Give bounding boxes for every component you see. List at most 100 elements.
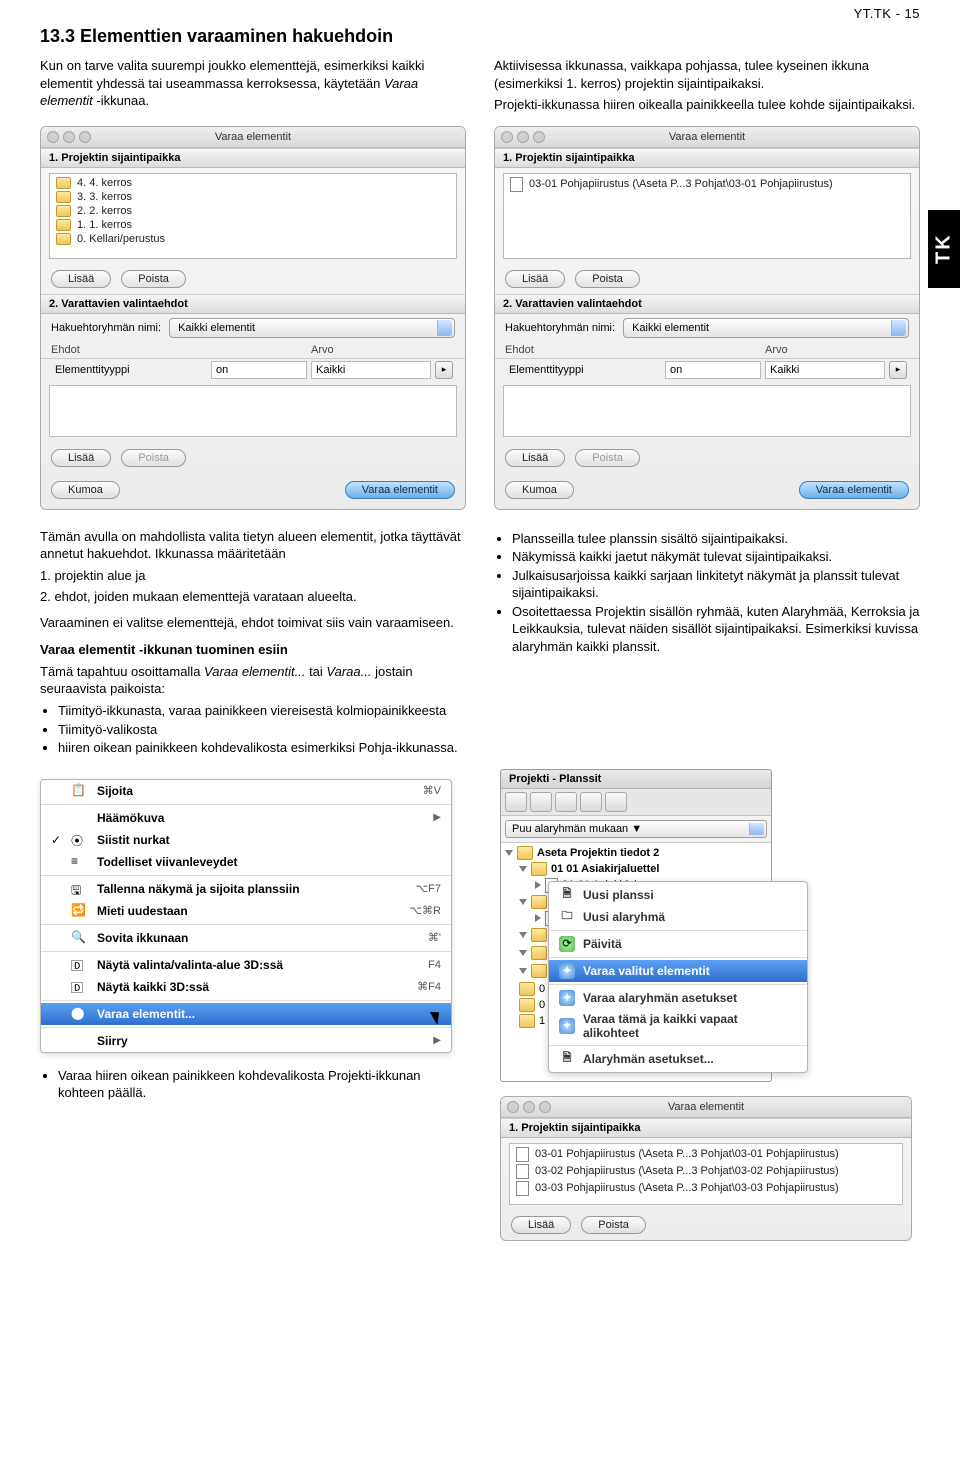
- dialog-titlebar[interactable]: Varaa elementit: [501, 1097, 911, 1118]
- list-item[interactable]: 03-01 Pohjapiirustus (\Aseta P...3 Pohja…: [504, 176, 910, 193]
- list-item[interactable]: 03-02 Pohjapiirustus (\Aseta P...3 Pohja…: [510, 1163, 902, 1180]
- disclosure-icon[interactable]: [535, 914, 541, 922]
- criteria-more-button[interactable]: ▸: [435, 361, 453, 379]
- window-controls[interactable]: [507, 1101, 551, 1113]
- menu-item-siirry[interactable]: Siirry▶: [41, 1030, 451, 1052]
- menu-item-nayta-valinta-3d[interactable]: 🄳Näytä valinta/valinta-alue 3D:ssäF4: [41, 954, 451, 976]
- criteria-row[interactable]: Elementtityyppi on Kaikki ▸: [495, 359, 919, 381]
- disclosure-icon[interactable]: [519, 866, 527, 872]
- section-2-header: 2. Varattavien valintaehdot: [41, 294, 465, 314]
- group-name-select[interactable]: Kaikki elementit: [623, 318, 909, 338]
- submenu-item-uusi-planssi[interactable]: 🗎Uusi planssi: [549, 884, 807, 906]
- intro-paragraph-right-2: Projekti-ikkunassa hiiren oikealla paini…: [494, 96, 920, 114]
- tree-row[interactable]: Aseta Projektin tiedot 2: [501, 845, 771, 861]
- criteria-row[interactable]: Elementtityyppi on Kaikki ▸: [41, 359, 465, 381]
- checkmark-icon: ✓: [45, 833, 67, 847]
- rethink-icon: 🔁: [71, 903, 87, 919]
- toolbar-button[interactable]: [605, 792, 627, 812]
- toolbar-button[interactable]: [530, 792, 552, 812]
- add-criteria-button[interactable]: Lisää: [505, 449, 565, 467]
- dialog-titlebar[interactable]: Varaa elementit: [41, 127, 465, 148]
- location-list[interactable]: 03-01 Pohjapiirustus (\Aseta P...3 Pohja…: [503, 173, 911, 259]
- folder-icon: [531, 964, 547, 978]
- disclosure-icon[interactable]: [519, 932, 527, 938]
- menu-item-sijoita[interactable]: 📋Sijoita⌘V: [41, 780, 451, 802]
- location-list[interactable]: 03-01 Pohjapiirustus (\Aseta P...3 Pohja…: [509, 1143, 903, 1205]
- menu-item-haamokuva[interactable]: Häämökuva▶: [41, 807, 451, 829]
- reserve-elements-dialog-mini: Varaa elementit 1. Projektin sijaintipai…: [500, 1096, 912, 1241]
- list-item[interactable]: 03-03 Pohjapiirustus (\Aseta P...3 Pohja…: [510, 1180, 902, 1197]
- criteria-value[interactable]: Kaikki: [311, 361, 431, 379]
- reserve-button[interactable]: Varaa elementit: [345, 481, 455, 499]
- criteria-header: EhdotArvo: [41, 342, 465, 359]
- separator: [549, 957, 807, 958]
- list-item[interactable]: 2. 2. kerros: [50, 204, 456, 218]
- criteria-operator[interactable]: on: [211, 361, 307, 379]
- add-button[interactable]: Lisää: [511, 1216, 571, 1234]
- submenu-item-varaa-alaryhman[interactable]: ✦Varaa alaryhmän asetukset: [549, 987, 807, 1009]
- toolbar-button[interactable]: [580, 792, 602, 812]
- criteria-more-button[interactable]: ▸: [889, 361, 907, 379]
- menu-item-siistit-nurkat[interactable]: ✓⦿Siistit nurkat: [41, 829, 451, 851]
- cancel-button[interactable]: Kumoa: [51, 481, 120, 499]
- toolbar-button[interactable]: [505, 792, 527, 812]
- cancel-button[interactable]: Kumoa: [505, 481, 574, 499]
- folder-icon: [56, 177, 71, 189]
- remove-button[interactable]: Poista: [581, 1216, 646, 1234]
- menu-item-nayta-kaikki-3d[interactable]: 🄳Näytä kaikki 3D:ssä⌘F4: [41, 976, 451, 998]
- toolbar-button[interactable]: [555, 792, 577, 812]
- document-icon: [516, 1164, 529, 1179]
- document-icon: 🗎: [559, 887, 575, 903]
- reserve-icon: ✦: [559, 990, 575, 1006]
- add-button[interactable]: Lisää: [51, 270, 111, 288]
- list-item[interactable]: 0. Kellari/perustus: [50, 232, 456, 246]
- submenu-item-varaa-tama[interactable]: ✦Varaa tämä ja kaikki vapaat alikohteet: [549, 1009, 807, 1043]
- menu-item-varaa-elementit[interactable]: ⬤Varaa elementit...: [41, 1003, 451, 1025]
- close-icon[interactable]: [507, 1101, 519, 1113]
- submenu-item-paivita[interactable]: ⟳Päivitä: [549, 933, 807, 955]
- dialog-titlebar[interactable]: Varaa elementit: [495, 127, 919, 148]
- submenu-item-alaryhman-asetukset[interactable]: 🗎Alaryhmän asetukset...: [549, 1048, 807, 1070]
- list-item[interactable]: 3. 3. kerros: [50, 190, 456, 204]
- separator: [41, 1000, 451, 1001]
- close-icon[interactable]: [47, 131, 59, 143]
- reserve-button[interactable]: Varaa elementit: [799, 481, 909, 499]
- disclosure-icon[interactable]: [519, 968, 527, 974]
- minimize-icon[interactable]: [523, 1101, 535, 1113]
- disclosure-icon[interactable]: [519, 950, 527, 956]
- list-item[interactable]: 1. 1. kerros: [50, 218, 456, 232]
- add-criteria-button[interactable]: Lisää: [51, 449, 111, 467]
- minimize-icon[interactable]: [517, 131, 529, 143]
- add-button[interactable]: Lisää: [505, 270, 565, 288]
- save-view-icon: 🖫: [71, 881, 87, 897]
- list-item[interactable]: 4. 4. kerros: [50, 176, 456, 190]
- submenu-item-varaa-valitut[interactable]: ✦Varaa valitut elementit: [549, 960, 807, 982]
- group-name-select[interactable]: Kaikki elementit: [169, 318, 455, 338]
- disclosure-icon[interactable]: [519, 899, 527, 905]
- criteria-value[interactable]: Kaikki: [765, 361, 885, 379]
- zoom-icon[interactable]: [539, 1101, 551, 1113]
- list-item[interactable]: 03-01 Pohjapiirustus (\Aseta P...3 Pohja…: [510, 1146, 902, 1163]
- menu-item-tallenna-nakyma[interactable]: 🖫Tallenna näkymä ja sijoita planssiin⌥F7: [41, 878, 451, 900]
- window-controls[interactable]: [501, 131, 545, 143]
- tree-sort-select[interactable]: Puu alaryhmän mukaan ▼: [505, 820, 767, 838]
- submenu-item-uusi-alaryhma[interactable]: 🗀Uusi alaryhmä: [549, 906, 807, 928]
- criteria-operator[interactable]: on: [665, 361, 761, 379]
- menu-item-sovita-ikkunaan[interactable]: 🔍Sovita ikkunaan⌘': [41, 927, 451, 949]
- disclosure-icon[interactable]: [505, 850, 513, 856]
- zoom-icon[interactable]: [533, 131, 545, 143]
- window-controls[interactable]: [47, 131, 91, 143]
- location-list[interactable]: 4. 4. kerros 3. 3. kerros 2. 2. kerros 1…: [49, 173, 457, 259]
- zoom-icon[interactable]: [79, 131, 91, 143]
- minimize-icon[interactable]: [63, 131, 75, 143]
- menu-item-viivanleveydet[interactable]: ≡Todelliset viivanleveydet: [41, 851, 451, 873]
- remove-button[interactable]: Poista: [575, 270, 640, 288]
- folder-icon: [519, 1014, 535, 1028]
- close-icon[interactable]: [501, 131, 513, 143]
- remove-button[interactable]: Poista: [121, 270, 186, 288]
- menu-item-mieti-uudestaan[interactable]: 🔁Mieti uudestaan⌥⌘R: [41, 900, 451, 922]
- folder-icon: [56, 233, 71, 245]
- tree-row[interactable]: 01 01 Asiakirjaluettel: [501, 861, 771, 877]
- disclosure-icon[interactable]: [535, 881, 541, 889]
- folder-icon: [531, 946, 547, 960]
